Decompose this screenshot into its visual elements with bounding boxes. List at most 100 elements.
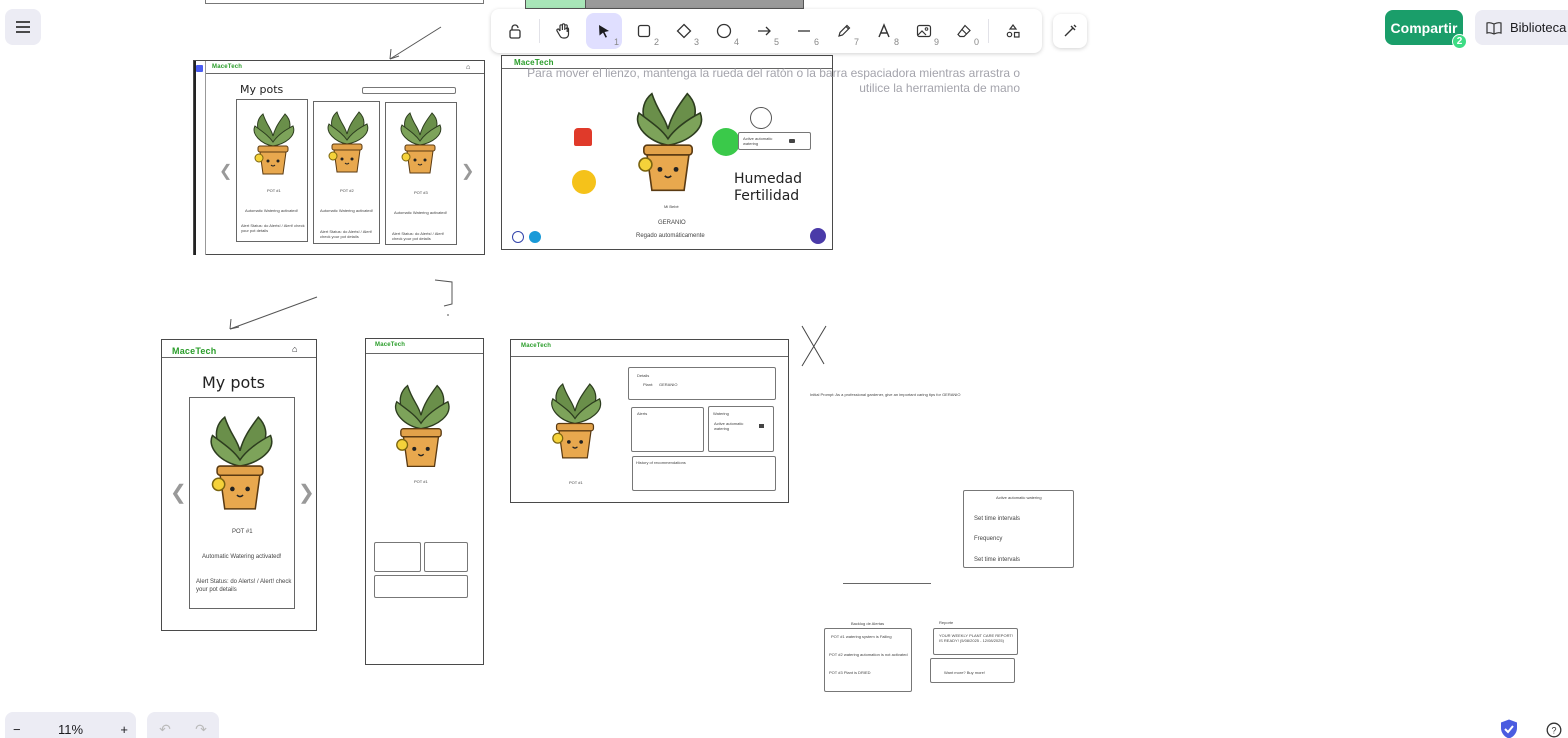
mobile-pot-name: POT #1 (232, 529, 253, 535)
alert-item-1[interactable]: POT #1 watering system is Failing (831, 634, 911, 639)
tool-line[interactable]: 6 (786, 13, 822, 49)
undo-icon[interactable]: ↶ (159, 721, 171, 738)
pot-card-2[interactable]: POT #2 Automatic Watering activated! Ale… (313, 101, 380, 244)
alert-item-3[interactable]: POT #3 Plant is DRIED (829, 670, 909, 675)
pot-card-1[interactable]: POT #1 Automatic Watering activated! Ale… (236, 99, 308, 242)
report-title: Reporte (939, 620, 954, 625)
zoom-level[interactable]: 11% (58, 722, 83, 737)
search-input[interactable] (362, 87, 456, 94)
history-box[interactable]: History of recommendations (632, 456, 776, 491)
mobile-title: My pots (202, 373, 265, 392)
tool-draw[interactable]: 7 (826, 13, 862, 49)
report-text: YOUR WEEKLY PLANT CARE REPORT! IS READY!… (939, 633, 1013, 643)
tool-selection[interactable]: 1 (586, 13, 622, 49)
mobile-alerts-box[interactable] (374, 542, 421, 572)
humedad-label: Humedad (734, 171, 803, 187)
canvas[interactable]: MaceTech ⌂ My pots ❮ ❯ POT #1 Automatic … (0, 0, 1568, 738)
sidebar-home-icon[interactable] (196, 65, 203, 72)
plant-image-3 (394, 107, 446, 184)
mobile-prev-arrow[interactable]: ❮ (170, 480, 187, 505)
brand-logo-5: MaceTech (521, 343, 552, 349)
alerts-box[interactable]: Alerts (631, 407, 704, 452)
frame-mobile-detail[interactable]: MaceTech POT #1 (365, 338, 484, 665)
tool-image[interactable]: 9 (906, 13, 942, 49)
pot-status-3: Automatic Watering activated! (394, 210, 447, 215)
mobile-history-box[interactable] (374, 575, 468, 598)
details-box[interactable]: Details Plant: GERANIO (628, 367, 776, 400)
watering-settings-popup[interactable]: Active automatic watering Set time inter… (963, 490, 1074, 568)
tool-rectangle[interactable]: 2 (626, 13, 662, 49)
frame-detail-layout[interactable]: MaceTech POT #1 Details Plant: GERANIO A… (510, 339, 789, 503)
help-circle-icon[interactable] (512, 231, 524, 243)
toggle-switch[interactable] (789, 139, 795, 143)
plant-image-main (626, 84, 710, 205)
watering-box[interactable]: Watering Active automatic watering (708, 406, 774, 452)
popup-set-time-2[interactable]: Set time intervals (974, 556, 1020, 564)
profile-icon[interactable]: ⌂ (466, 64, 470, 71)
tool-diamond[interactable]: 3 (666, 13, 702, 49)
history-title: History of recommendations (636, 460, 686, 465)
tool-arrow[interactable]: 5 (746, 13, 782, 49)
svg-text:?: ? (1551, 726, 1556, 736)
mobile-next-arrow[interactable]: ❯ (298, 480, 315, 505)
main-menu-button[interactable] (5, 9, 41, 45)
mobile-user-icon[interactable]: ⌂ (292, 344, 297, 354)
zoom-in-button[interactable]: + (120, 722, 128, 737)
tool-text[interactable]: 8 (866, 13, 902, 49)
popup-frequency[interactable]: Frequency (974, 535, 1002, 543)
tool-lock[interactable] (497, 13, 533, 49)
pot-alert-1: Alert Status: do Alerts! / Alert! check … (241, 223, 305, 233)
watering-toggle[interactable] (759, 424, 764, 428)
frame-desktop-my-pots[interactable]: MaceTech ⌂ My pots ❮ ❯ POT #1 Automatic … (193, 60, 485, 255)
clipped-frame-top-left[interactable] (205, 0, 484, 4)
mobile-plant-image (200, 408, 280, 523)
baby-label: Mi Bebé (664, 204, 679, 209)
water-toggle-icon[interactable] (712, 128, 740, 156)
hamburger-icon (16, 21, 30, 33)
prev-arrow[interactable]: ❮ (219, 161, 232, 181)
prompt-text[interactable]: Initial Prompt: As a professional garden… (810, 392, 980, 397)
pot-alert-3: Alert Status: do Alerts! / Alert! check … (392, 231, 445, 241)
bracket-shape[interactable] (432, 278, 456, 318)
shield-check-icon[interactable] (1498, 718, 1520, 738)
clipped-green-block[interactable] (525, 0, 586, 9)
globe-icon[interactable] (529, 231, 541, 243)
rectangle-icon (637, 24, 651, 38)
pot-card-3[interactable]: POT #3 Automatic Watering activated! Ale… (385, 102, 457, 245)
zoom-out-button[interactable]: − (13, 722, 21, 737)
tool-eraser[interactable]: 0 (946, 13, 982, 49)
mobile-pot-card[interactable]: POT #1 Automatic Watering activated! Ale… (189, 397, 295, 609)
tool-ellipse[interactable]: 4 (706, 13, 742, 49)
library-button[interactable]: Biblioteca (1475, 10, 1568, 45)
tool-shortcut-2: 2 (653, 37, 659, 47)
tool-shortcut-9: 9 (933, 37, 939, 47)
alert-item-2[interactable]: POT #2 watering automation is not activa… (829, 652, 911, 657)
plant-label: Plant: (643, 382, 654, 387)
popup-title: Active automatic watering (996, 495, 1042, 500)
report-box[interactable]: YOUR WEEKLY PLANT CARE REPORT! IS READY!… (933, 628, 1018, 655)
redo-icon[interactable]: ↷ (195, 721, 207, 738)
arrow-connector-2[interactable] (225, 295, 321, 335)
want-more-text: Want more? Buy more! (944, 670, 985, 675)
tool-shortcut-4: 4 (733, 37, 739, 47)
want-more-box[interactable]: Want more? Buy more! (930, 658, 1015, 683)
divider-line[interactable] (843, 583, 931, 584)
tool-hand[interactable] (546, 13, 582, 49)
mobile-watering-box[interactable] (424, 542, 468, 572)
help-button[interactable]: ? (1540, 716, 1568, 738)
popup-set-time[interactable]: Set time intervals (974, 515, 1020, 523)
frame-mobile-my-pots[interactable]: MaceTech ⌂ My pots ❮ ❯ POT #1 Automatic … (161, 339, 317, 631)
ellipse-icon (716, 23, 732, 39)
tool-shortcut-7: 7 (853, 37, 859, 47)
next-arrow[interactable]: ❯ (461, 161, 474, 181)
alert-backlog-box[interactable]: POT #1 watering system is Failing POT #2… (824, 628, 912, 692)
geranio-label: GERANIO (658, 220, 686, 226)
plant-image-2 (321, 106, 373, 183)
chat-icon[interactable] (810, 228, 826, 244)
arrow-connector-1[interactable] (385, 25, 445, 65)
cross-mark[interactable] (798, 322, 830, 368)
auto-watering-box[interactable]: Active automatic watering (738, 132, 811, 150)
laser-pointer-button[interactable] (1053, 14, 1087, 48)
tool-more-shapes[interactable] (995, 13, 1031, 49)
collaborator-count-badge: 2 (1452, 34, 1467, 49)
